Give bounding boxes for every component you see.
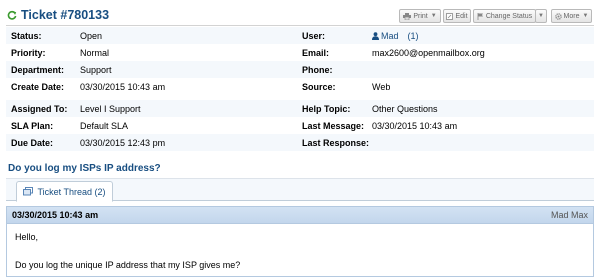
sla-plan-value: Default SLA bbox=[80, 121, 129, 131]
chevron-down-icon: ▼ bbox=[430, 13, 437, 19]
assign-row-assigned: Assigned To: Level I Support Help Topic:… bbox=[6, 100, 594, 117]
email-label: Email: bbox=[302, 48, 330, 58]
status-value: Open bbox=[80, 31, 103, 41]
last-message-value: 03/30/2015 10:43 am bbox=[372, 121, 458, 131]
ticket-tabs: Ticket Thread (2) bbox=[6, 178, 594, 202]
user-icon bbox=[372, 32, 379, 40]
source-label: Source: bbox=[302, 82, 336, 92]
edit-label: Edit bbox=[455, 12, 468, 20]
flag-icon bbox=[477, 12, 483, 20]
info-row-department: Department: Support Phone: bbox=[6, 61, 594, 78]
header-divider bbox=[6, 25, 594, 26]
due-date-value: 03/30/2015 12:43 pm bbox=[80, 138, 166, 148]
last-response-label: Last Response: bbox=[302, 138, 370, 148]
help-topic-value: Other Questions bbox=[372, 104, 438, 114]
gear-icon bbox=[554, 12, 562, 20]
thread-message-line: Hello, bbox=[15, 232, 39, 242]
tab-ticket-thread-label[interactable]: Ticket Thread (2) bbox=[37, 187, 105, 197]
tab-ticket-thread[interactable]: Ticket Thread (2) bbox=[16, 181, 113, 202]
status-label: Status: bbox=[11, 31, 42, 41]
thread-icon bbox=[23, 187, 34, 196]
create-date-label: Create Date: bbox=[11, 82, 65, 92]
department-value: Support bbox=[80, 65, 112, 75]
phone-label: Phone: bbox=[302, 65, 333, 75]
priority-value: Normal bbox=[80, 48, 110, 58]
thread-entry-header: 03/30/2015 10:43 am Mad Max bbox=[7, 207, 593, 224]
edit-icon bbox=[446, 12, 454, 20]
last-message-label: Last Message: bbox=[302, 121, 365, 131]
print-button[interactable]: Print ▼ bbox=[399, 9, 441, 23]
ticket-assignment-table: Assigned To: Level I Support Help Topic:… bbox=[6, 100, 594, 151]
print-label: Print bbox=[413, 12, 428, 20]
info-row-priority: Priority: Normal Email: max2600@openmail… bbox=[6, 44, 594, 61]
priority-label: Priority: bbox=[11, 48, 46, 58]
assign-row-due: Due Date: 03/30/2015 12:43 pm Last Respo… bbox=[6, 134, 594, 151]
thread-entry-author: Mad Max bbox=[550, 210, 588, 220]
info-row-create-date: Create Date: 03/30/2015 10:43 am Source:… bbox=[6, 78, 594, 95]
ticket-subject: Do you log my ISPs IP address? bbox=[8, 163, 161, 174]
chevron-down-icon: ▼ bbox=[582, 13, 589, 19]
assign-row-sla: SLA Plan: Default SLA Last Message: 03/3… bbox=[6, 117, 594, 134]
more-label: More bbox=[563, 12, 580, 20]
printer-icon bbox=[403, 12, 412, 20]
change-status-dropdown[interactable]: ▼ bbox=[535, 9, 547, 23]
department-label: Department: bbox=[11, 65, 65, 75]
ticket-header: Ticket #780133 Print ▼ Edit Change Statu… bbox=[0, 0, 600, 28]
assigned-to-label: Assigned To: bbox=[11, 104, 68, 114]
assigned-to-value: Level I Support bbox=[80, 104, 141, 114]
refresh-icon[interactable] bbox=[7, 10, 17, 20]
source-value: Web bbox=[372, 82, 391, 92]
info-row-status: Status: Open User: Mad (1) bbox=[6, 27, 594, 44]
chevron-down-icon: ▼ bbox=[538, 13, 544, 19]
user-name[interactable]: Mad bbox=[381, 31, 399, 41]
email-value: max2600@openmailbox.org bbox=[372, 48, 485, 58]
more-button[interactable]: More ▼ bbox=[551, 9, 592, 23]
ticket-title[interactable]: Ticket #780133 bbox=[21, 8, 109, 22]
due-date-label: Due Date: bbox=[11, 138, 54, 148]
ticket-title-link[interactable]: Ticket #780133 bbox=[7, 8, 109, 22]
user-label: User: bbox=[302, 31, 326, 41]
user-ticket-count[interactable]: (1) bbox=[408, 31, 419, 41]
thread-message-line: Do you log the unique IP address that my… bbox=[15, 260, 241, 270]
user-link[interactable]: Mad (1) bbox=[372, 31, 419, 41]
change-status-button[interactable]: Change Status bbox=[473, 9, 536, 23]
thread-entry-date: 03/30/2015 10:43 am bbox=[12, 210, 99, 220]
edit-button[interactable]: Edit bbox=[443, 9, 471, 23]
thread-entry: 03/30/2015 10:43 am Mad Max Hello, Do yo… bbox=[6, 206, 594, 277]
change-status-label: Change Status bbox=[485, 12, 533, 20]
create-date-value: 03/30/2015 10:43 am bbox=[80, 82, 166, 92]
help-topic-label: Help Topic: bbox=[302, 104, 351, 114]
ticket-info-table: Status: Open User: Mad (1) Priority: Nor… bbox=[6, 27, 594, 95]
sla-plan-label: SLA Plan: bbox=[11, 121, 54, 131]
